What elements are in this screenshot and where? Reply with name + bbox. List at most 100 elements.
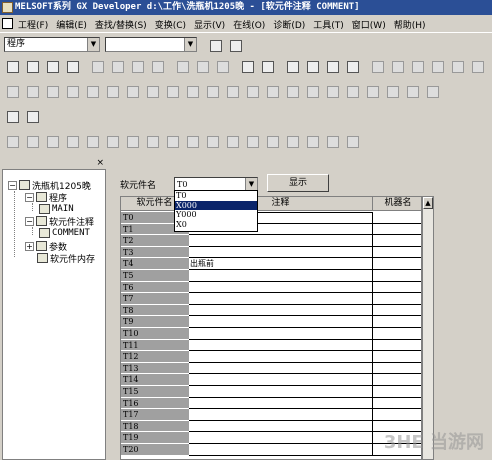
label-cell[interactable] [373, 224, 421, 236]
rising-edge-icon[interactable] [202, 81, 221, 100]
menu-item[interactable]: 编辑(E) [56, 18, 87, 31]
comment-cell[interactable] [189, 386, 373, 398]
label-cell[interactable] [373, 328, 421, 340]
parallel-falling-icon[interactable] [262, 81, 281, 100]
device-list-icon[interactable] [22, 106, 41, 125]
undo-icon[interactable] [147, 56, 166, 75]
delete-vertical-icon[interactable] [182, 81, 201, 100]
cut-icon[interactable] [87, 56, 106, 75]
comment-cell[interactable] [189, 374, 373, 386]
sfc-branch-icon[interactable] [82, 131, 101, 150]
operation-icon[interactable] [362, 81, 381, 100]
second-combo[interactable]: ▼ [105, 37, 197, 52]
sfc-dummy-icon[interactable] [262, 131, 281, 150]
menu-item[interactable]: 在线(O) [233, 18, 265, 31]
comparison-icon[interactable] [382, 81, 401, 100]
tree-item-project[interactable]: − 洗瓶机1205晚 [8, 179, 91, 192]
menu-item[interactable]: 变换(C) [155, 18, 186, 31]
collapse-icon[interactable]: − [25, 216, 34, 226]
label-cell[interactable] [373, 235, 421, 247]
label-cell[interactable] [373, 386, 421, 398]
tree-view-icon[interactable] [225, 35, 244, 54]
comment-cell[interactable] [189, 432, 373, 444]
sfc-block-icon[interactable] [222, 131, 241, 150]
label-cell[interactable] [373, 247, 421, 259]
master-control-icon[interactable] [402, 81, 421, 100]
coil-icon[interactable] [82, 81, 101, 100]
dropdown-option[interactable]: X0 [175, 220, 257, 230]
filter-icon[interactable] [2, 106, 21, 125]
collapse-icon[interactable]: − [25, 192, 34, 202]
line-write-icon[interactable] [322, 81, 341, 100]
dropdown-option[interactable]: X000 [175, 200, 257, 210]
sfc-transition-icon[interactable] [22, 131, 41, 150]
vertical-scrollbar[interactable]: ▲ [422, 196, 434, 460]
sfc-horizontal-icon[interactable] [182, 131, 201, 150]
label-cell[interactable] [373, 398, 421, 410]
parallel-rising-icon[interactable] [242, 81, 261, 100]
menu-item[interactable]: 帮助(H) [394, 18, 426, 31]
parallel-no-icon[interactable] [42, 81, 61, 100]
menu-item[interactable]: 窗口(W) [352, 18, 386, 31]
tree-item-main[interactable]: MAIN [39, 203, 74, 215]
sfc-parallel-merge-icon[interactable] [142, 131, 161, 150]
open-icon[interactable] [22, 56, 41, 75]
menu-item[interactable]: 显示(V) [194, 18, 225, 31]
comment-cell[interactable] [189, 420, 373, 433]
label-cell[interactable] [373, 409, 421, 421]
sfc-reset-icon[interactable] [242, 131, 261, 150]
dropdown-option[interactable]: T0 [175, 191, 257, 201]
comment-cell[interactable] [189, 339, 373, 352]
write-plc-icon[interactable] [237, 56, 256, 75]
comment-cell[interactable] [189, 409, 373, 421]
line-delete-icon[interactable] [342, 81, 361, 100]
dropdown-option[interactable]: Y000 [175, 210, 257, 220]
find-instruction-icon[interactable] [212, 56, 231, 75]
falling-edge-icon[interactable] [222, 81, 241, 100]
label-cell[interactable] [373, 258, 421, 270]
chevron-down-icon[interactable]: ▼ [87, 38, 99, 51]
invert-icon[interactable] [282, 81, 301, 100]
comment-cell[interactable] [189, 316, 373, 328]
list-view-icon[interactable] [387, 56, 406, 75]
vertical-line-icon[interactable] [142, 81, 161, 100]
sfc-jump-icon[interactable] [42, 131, 61, 150]
contact-no-icon[interactable] [2, 81, 21, 100]
document-icon[interactable] [2, 18, 13, 29]
new-icon[interactable] [2, 56, 21, 75]
menu-item[interactable]: 工程(F) [18, 18, 48, 31]
collapse-icon[interactable]: − [8, 180, 17, 190]
save-icon[interactable] [42, 56, 61, 75]
sfc-merge-icon[interactable] [102, 131, 121, 150]
menu-item[interactable]: 诊断(D) [273, 18, 305, 31]
close-icon[interactable]: × [96, 158, 104, 169]
tree-item-program[interactable]: − 程序 [25, 191, 67, 204]
buffer-icon[interactable] [342, 56, 361, 75]
display-button[interactable]: 显示 [267, 174, 329, 192]
comment-cell[interactable] [189, 362, 373, 375]
step-icon[interactable] [422, 81, 441, 100]
label-cell[interactable] [373, 282, 421, 294]
tree-item-parameter[interactable]: + 参数 [25, 240, 67, 253]
comment-cell[interactable] [189, 246, 373, 259]
paste-icon[interactable] [127, 56, 146, 75]
edit-mode-icon[interactable] [427, 56, 446, 75]
monitor-stop-icon[interactable] [302, 56, 321, 75]
pulse-icon[interactable] [302, 81, 321, 100]
tree-item-device-memory[interactable]: 软元件内存 [37, 252, 95, 265]
application-instruction-icon[interactable] [102, 81, 121, 100]
chevron-down-icon[interactable]: ▼ [245, 178, 257, 190]
label-cell[interactable] [373, 316, 421, 328]
contact-nc-icon[interactable] [22, 81, 41, 100]
label-cell[interactable] [373, 363, 421, 375]
sfc-comment-icon[interactable] [342, 131, 361, 150]
column-header-label[interactable]: 机器名 [373, 197, 421, 211]
comment-cell[interactable] [189, 235, 373, 247]
label-cell[interactable] [373, 293, 421, 305]
find-device-icon[interactable] [192, 56, 211, 75]
comment-cell[interactable] [189, 397, 373, 410]
comment-cell[interactable] [189, 444, 373, 456]
sfc-delete-icon[interactable] [202, 131, 221, 150]
comment-cell[interactable] [189, 351, 373, 363]
horizontal-line-icon[interactable] [122, 81, 141, 100]
